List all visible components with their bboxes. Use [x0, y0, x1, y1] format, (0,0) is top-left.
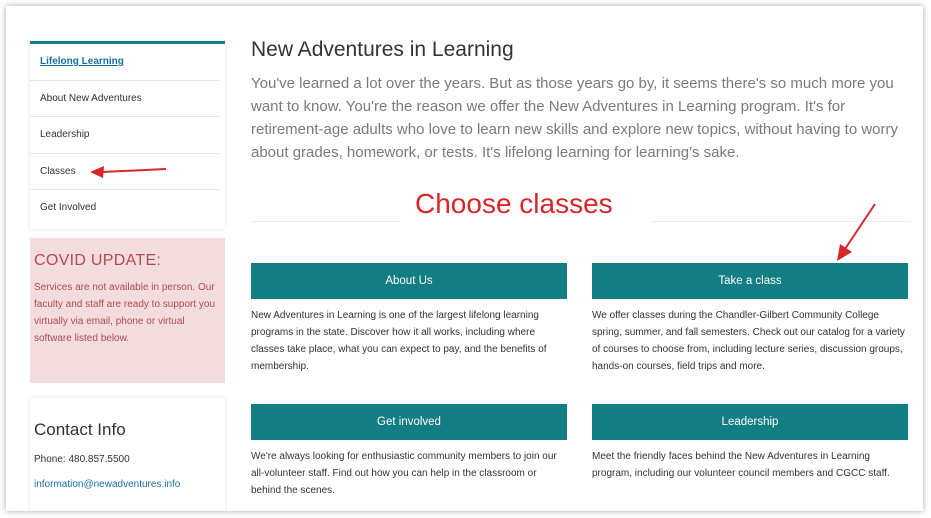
get-involved-button[interactable]: Get involved: [251, 404, 567, 440]
contact-title: Contact Info: [34, 420, 126, 439]
about-us-text: New Adventures in Learning is one of the…: [251, 310, 547, 372]
card-about-us: About Us New Adventures in Learning is o…: [251, 263, 567, 375]
contact-info: Contact Info Phone: 480.857.5500 informa…: [30, 398, 225, 511]
covid-title: COVID UPDATE:: [34, 252, 162, 269]
page-title: New Adventures in Learning: [251, 38, 514, 61]
contact-phone: Phone: 480.857.5500: [34, 454, 130, 465]
intro-paragraph: You've learned a lot over the years. But…: [251, 75, 898, 161]
covid-notice: COVID UPDATE: Services are not available…: [30, 238, 225, 383]
browser-page: Lifelong Learning About New Adventures L…: [6, 6, 923, 511]
card-leadership: Leadership Meet the friendly faces behin…: [592, 404, 908, 482]
card-get-involved: Get involved We're always looking for en…: [251, 404, 567, 499]
covid-text: Services are not available in person. Ou…: [34, 282, 216, 344]
take-a-class-text: We offer classes during the Chandler-Gil…: [592, 310, 905, 372]
about-us-button[interactable]: About Us: [251, 263, 567, 299]
sidebar-item-lifelong-learning[interactable]: Lifelong Learning: [30, 44, 219, 81]
get-involved-text: We're always looking for enthusiastic co…: [251, 451, 557, 496]
leadership-button[interactable]: Leadership: [592, 404, 908, 440]
annotation-arrow-left-icon: [90, 166, 167, 178]
annotation-arrow-down-icon: [837, 203, 876, 261]
card-take-a-class: Take a class We offer classes during the…: [592, 263, 908, 375]
annotation-choose-classes: Choose classes: [415, 188, 613, 219]
sidebar-nav: Lifelong Learning About New Adventures L…: [30, 41, 225, 229]
contact-email-link[interactable]: information@newadventures.info: [34, 479, 225, 490]
divider-left: [251, 221, 401, 222]
take-a-class-button[interactable]: Take a class: [592, 263, 908, 299]
sidebar-item-get-involved[interactable]: Get Involved: [30, 190, 219, 226]
leadership-text: Meet the friendly faces behind the New A…: [592, 451, 890, 479]
sidebar-item-leadership[interactable]: Leadership: [30, 117, 219, 154]
sidebar-item-about[interactable]: About New Adventures: [30, 81, 219, 117]
